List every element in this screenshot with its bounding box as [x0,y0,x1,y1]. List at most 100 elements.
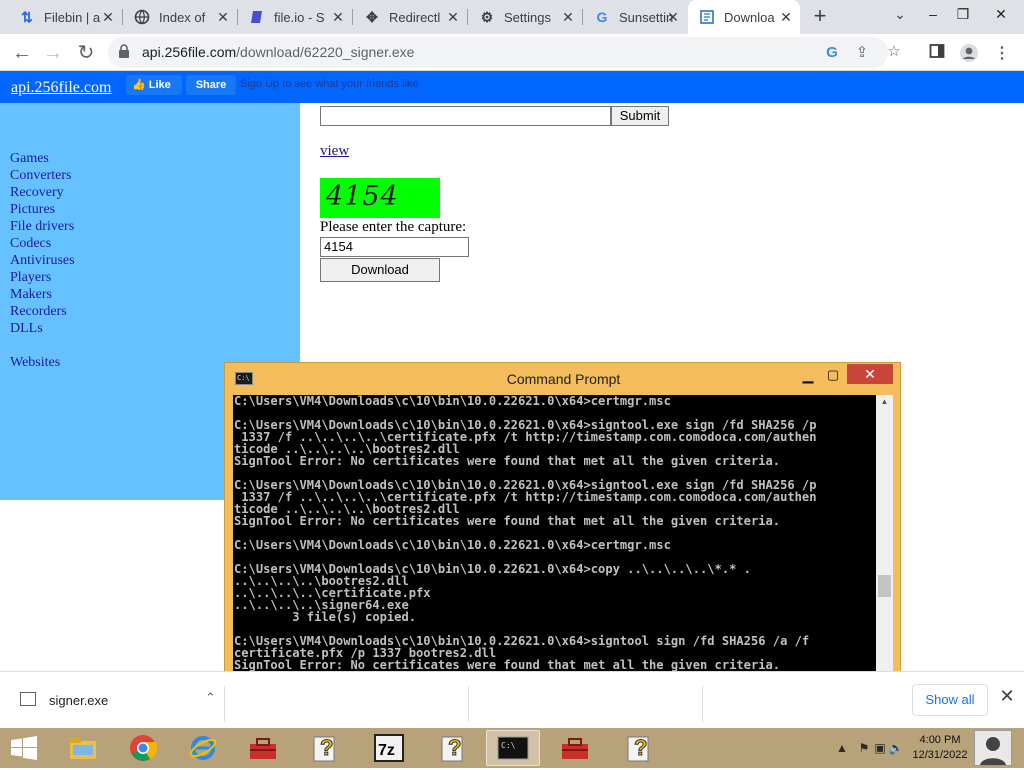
network-icon[interactable]: ▣ [872,740,888,756]
taskbar-help-file-3[interactable]: ? [612,730,666,766]
url-text[interactable]: api.256file.com/download/62220_signer.ex… [142,44,414,60]
command-prompt-window[interactable]: C:\ Command Prompt ▁ ▢ ✕ C:\Users\VM4\Do… [224,362,901,706]
action-center-flag-icon[interactable]: ⚑ [856,740,872,756]
back-button[interactable]: ← [9,40,35,66]
clock-time: 4:00 PM [919,734,961,746]
url-path: /download/62220_signer.exe [236,44,415,60]
tab-settings[interactable]: ⚙ Settings ✕ [468,0,582,34]
submit-button[interactable]: Submit [611,106,669,126]
taskbar-file-explorer[interactable] [56,730,110,766]
tab-filebin[interactable]: ⇅ Filebin | a ✕ [8,0,122,34]
profile-avatar-icon[interactable] [958,43,980,65]
tab-fileio[interactable]: file.io - S ✕ [238,0,352,34]
scroll-thumb[interactable] [878,575,891,597]
volume-icon[interactable]: 🔈 [888,740,904,756]
site-home-link[interactable]: api.256file.com [11,79,111,97]
websites-link[interactable]: Websites [10,355,60,371]
category-link-games[interactable]: Games [10,150,75,167]
category-link-recovery[interactable]: Recovery [10,184,75,201]
reload-button[interactable]: ↻ [73,40,99,66]
taskbar-help-file-2[interactable]: ? [426,730,480,766]
download-file-name[interactable]: signer.exe [49,693,108,708]
tab-title: Settings [504,9,551,25]
cmd-maximize-button[interactable]: ▢ [823,365,843,385]
svg-text:?: ? [634,735,647,760]
category-link-codecs[interactable]: Codecs [10,235,75,252]
clock-date: 12/31/2022 [912,749,968,761]
cmd-scrollbar[interactable]: ▲ ▼ [876,395,893,697]
show-hidden-icons-chevron-icon[interactable]: ▲ [834,740,850,756]
windows-start-icon[interactable] [10,736,38,760]
category-link-players[interactable]: Players [10,269,75,286]
chevron-up-icon[interactable]: ⌃ [205,690,216,706]
address-bar[interactable]: api.256file.com/download/62220_signer.ex… [108,37,901,68]
system-clock[interactable]: 4:00 PM 12/31/2022 [908,733,972,763]
taskbar-7zip[interactable]: 7z [362,730,416,766]
minimize-window-button[interactable]: – [918,2,948,26]
forward-button[interactable]: → [40,40,66,66]
like-label: Like [148,79,171,91]
menu-kebab-icon[interactable]: ⋮ [991,43,1013,65]
download-button[interactable]: Download [320,258,440,282]
taskbar-command-prompt[interactable]: C:\ [486,730,540,766]
cmd-minimize-button[interactable]: ▁ [798,365,818,385]
side-panel-icon[interactable] [926,43,948,65]
category-link-pictures[interactable]: Pictures [10,201,75,218]
tab-title: Index of [159,9,206,25]
captcha-prompt-label: Please enter the capture: [320,219,467,235]
taskbar-internet-explorer[interactable] [176,730,230,766]
tab-sunsetting[interactable]: G Sunsettin ✕ [583,0,687,34]
facebook-share-button[interactable]: Share [186,75,236,95]
category-link-file-drivers[interactable]: File drivers [10,218,75,235]
close-icon[interactable]: ✕ [330,9,346,25]
facebook-like-button[interactable]: 👍 Like [126,75,182,95]
view-link[interactable]: view [320,143,349,160]
console-text: C:\Users\VM4\Downloads\c\10\bin\10.0.226… [234,395,817,695]
toolbox-icon [562,738,588,759]
browser-toolbar: ← → ↻ api.256file.com/download/62220_sig… [0,34,1024,71]
fileio-icon [248,8,266,26]
taskbar-toolbox-app-2[interactable] [548,730,602,766]
captcha-image: 4154 [320,178,440,218]
shelf-divider [702,686,703,722]
command-prompt-icon: C:\ [497,736,529,760]
category-link-antiviruses[interactable]: Antiviruses [10,252,75,269]
user-avatar[interactable] [974,730,1012,766]
taskbar-help-file[interactable]: ? [298,730,352,766]
bookmark-star-icon[interactable]: ☆ [884,42,904,62]
search-input[interactable] [320,106,611,126]
console-output[interactable]: C:\Users\VM4\Downloads\c\10\bin\10.0.226… [233,395,876,697]
category-link-dlls[interactable]: DLLs [10,320,75,337]
captcha-input[interactable]: 4154 [320,237,469,257]
tab-index-of[interactable]: Index of ✕ [123,0,237,34]
windows-taskbar: ? 7z ? C:\ ? ▲ ⚑ ▣ 🔈 4:00 PM 12/31/2022 [0,728,1024,768]
help-file-icon: ? [313,735,335,762]
scroll-up-arrow-icon[interactable]: ▲ [876,395,893,409]
restore-window-button[interactable]: ❐ [948,2,978,26]
category-link-recorders[interactable]: Recorders [10,303,75,320]
taskbar-toolbox-app[interactable] [236,730,290,766]
close-icon[interactable]: ✕ [665,9,681,25]
share-icon[interactable]: ⇪ [852,43,872,63]
google-translate-icon[interactable]: G [822,43,842,63]
move-icon: ✥ [366,8,378,25]
tab-redirect[interactable]: ✥ Redirectl ✕ [353,0,467,34]
tab-title: Filebin | a [44,9,101,25]
close-icon[interactable]: ✕ [100,9,116,25]
category-link-makers[interactable]: Makers [10,286,75,303]
tab-search-chevron-icon[interactable]: ⌄ [890,6,910,26]
filebin-arrows-icon: ⇅ [21,8,33,25]
close-icon[interactable]: ✕ [215,9,231,25]
cmd-close-button[interactable]: ✕ [847,364,893,384]
close-icon[interactable]: ✕ [778,9,794,25]
tab-download-active[interactable]: Downloa ✕ [688,0,800,34]
close-icon[interactable]: ✕ [445,9,461,25]
close-window-button[interactable]: ✕ [986,2,1016,26]
close-shelf-icon[interactable]: ✕ [997,686,1017,710]
taskbar-chrome[interactable] [116,730,170,766]
captcha-text: 4154 [326,181,399,212]
new-tab-button[interactable]: + [808,5,832,29]
category-link-converters[interactable]: Converters [10,167,75,184]
close-icon[interactable]: ✕ [560,9,576,25]
show-all-downloads-button[interactable]: Show all [912,684,988,716]
